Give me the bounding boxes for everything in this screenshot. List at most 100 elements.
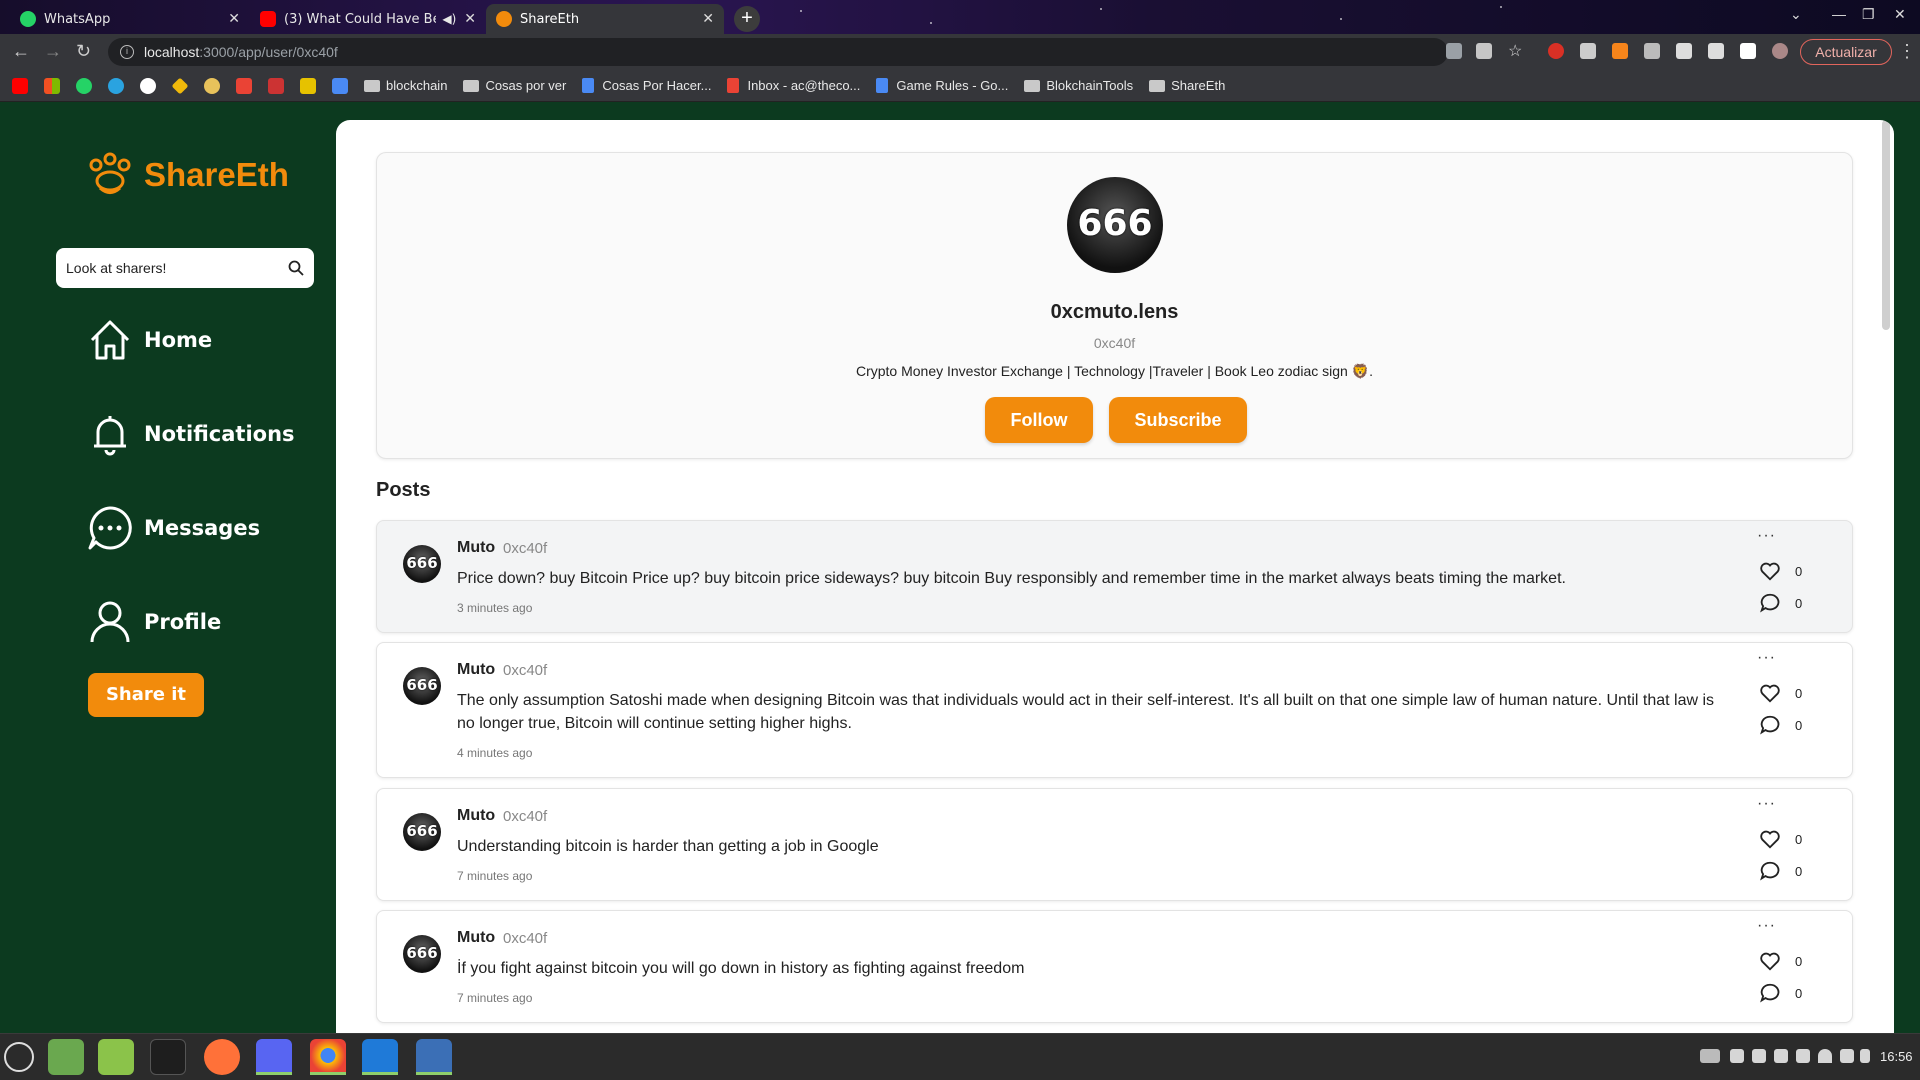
search-input[interactable] xyxy=(66,260,288,276)
forward-icon[interactable]: → xyxy=(44,41,62,62)
more-options-icon[interactable]: ··· xyxy=(1757,527,1776,545)
speaker-icon[interactable]: ◀) xyxy=(442,12,456,26)
bluetooth-icon[interactable] xyxy=(1730,1049,1744,1063)
minimize-icon[interactable]: — xyxy=(1832,6,1846,22)
google-icon[interactable] xyxy=(140,77,156,94)
gmail-icon[interactable] xyxy=(236,77,252,94)
bookmark-item[interactable]: Inbox - ac@theco... xyxy=(727,78,860,93)
microsoft-icon[interactable] xyxy=(44,77,60,94)
back-icon[interactable]: ← xyxy=(12,41,30,62)
info-icon[interactable]: i xyxy=(120,45,134,59)
coin-icon[interactable] xyxy=(204,77,220,94)
bookmark-item[interactable]: BlokchainTools xyxy=(1024,78,1133,93)
app-icon[interactable] xyxy=(332,77,348,94)
comment-button[interactable]: 0 xyxy=(1759,592,1802,614)
whatsapp-icon[interactable] xyxy=(76,77,92,94)
more-options-icon[interactable]: ··· xyxy=(1757,795,1776,813)
close-icon[interactable]: ✕ xyxy=(228,11,240,27)
bookmark-item[interactable]: Cosas Por Hacer... xyxy=(582,78,711,93)
metamask-icon[interactable] xyxy=(1612,43,1628,59)
more-options-icon[interactable]: ··· xyxy=(1757,917,1776,935)
post-card[interactable]: 666 Muto 0xc40f Price down? buy Bitcoin … xyxy=(376,520,1853,633)
app-icon[interactable] xyxy=(300,77,316,94)
tab-youtube[interactable]: (3) What Could Have Been ◀) ✕ xyxy=(250,4,486,34)
binance-icon[interactable] xyxy=(171,77,189,94)
close-icon[interactable]: ✕ xyxy=(464,11,476,27)
clock[interactable]: 16:56 xyxy=(1880,1049,1913,1064)
post-card[interactable]: 666 Muto 0xc40f The only assumption Sato… xyxy=(376,642,1853,778)
nav-notifications[interactable]: Notifications xyxy=(86,410,295,458)
wifi-icon[interactable] xyxy=(1818,1049,1832,1063)
app-icon[interactable] xyxy=(268,77,284,94)
bookmark-item[interactable]: Cosas por ver xyxy=(463,78,566,93)
translate-icon[interactable] xyxy=(1446,43,1462,59)
reading-list-icon[interactable] xyxy=(1708,43,1724,59)
bookmark-star-icon[interactable]: ☆ xyxy=(1508,41,1524,60)
avatar[interactable]: 666 xyxy=(403,545,441,583)
vscode-icon[interactable] xyxy=(362,1039,398,1075)
avatar[interactable] xyxy=(1772,43,1788,59)
like-button[interactable]: 0 xyxy=(1759,682,1802,704)
post-author[interactable]: Muto xyxy=(457,539,495,557)
avatar[interactable]: 666 xyxy=(403,935,441,973)
post-card[interactable]: 666 Muto 0xc40f Understanding bitcoin is… xyxy=(376,788,1853,901)
volume-icon[interactable] xyxy=(1840,1049,1854,1063)
post-card[interactable]: 666 Muto 0xc40f İf you fight against bit… xyxy=(376,910,1853,1023)
app-logo[interactable]: ShareEth xyxy=(86,151,289,199)
chrome-icon[interactable] xyxy=(310,1039,346,1075)
discord-icon[interactable] xyxy=(256,1039,292,1075)
subscribe-button[interactable]: Subscribe xyxy=(1109,397,1247,443)
like-button[interactable]: 0 xyxy=(1759,560,1802,582)
update-button[interactable]: Actualizar xyxy=(1800,39,1892,65)
comment-button[interactable]: 0 xyxy=(1759,982,1802,1004)
youtube-icon[interactable] xyxy=(12,77,28,94)
nav-profile[interactable]: Profile xyxy=(86,598,221,646)
mint-menu-icon[interactable] xyxy=(4,1042,34,1072)
post-author[interactable]: Muto xyxy=(457,661,495,679)
clipboard-icon[interactable] xyxy=(1752,1049,1766,1063)
shield-icon[interactable] xyxy=(1774,1049,1788,1063)
maximize-icon[interactable]: ❐ xyxy=(1862,6,1875,23)
like-button[interactable]: 0 xyxy=(1759,828,1802,850)
files-icon[interactable] xyxy=(48,1039,84,1075)
post-author[interactable]: Muto xyxy=(457,929,495,947)
avatar[interactable]: 666 xyxy=(403,667,441,705)
share-it-button[interactable]: Share it xyxy=(88,673,204,717)
send-icon[interactable] xyxy=(1476,43,1492,59)
address-bar[interactable]: i localhost :3000/app/user/0xc40f xyxy=(108,38,1448,66)
menu-icon[interactable]: ⋮ xyxy=(1898,41,1916,62)
bookmark-item[interactable]: ShareEth xyxy=(1149,78,1225,93)
firefox-icon[interactable] xyxy=(204,1039,240,1075)
terminal-icon[interactable] xyxy=(150,1039,186,1075)
window-close-icon[interactable]: ✕ xyxy=(1894,6,1906,23)
search-box[interactable] xyxy=(56,248,314,288)
nav-messages[interactable]: Messages xyxy=(86,504,260,552)
extension-icon[interactable] xyxy=(1580,43,1596,59)
comment-button[interactable]: 0 xyxy=(1759,714,1802,736)
telegram-icon[interactable] xyxy=(108,77,124,94)
screenshot-icon[interactable] xyxy=(416,1039,452,1075)
more-options-icon[interactable]: ··· xyxy=(1757,649,1776,667)
avatar[interactable]: 666 xyxy=(403,813,441,851)
post-author[interactable]: Muto xyxy=(457,807,495,825)
tab-search-icon[interactable]: ⌄ xyxy=(1790,6,1802,23)
extension-icon[interactable] xyxy=(1644,43,1660,59)
nav-home[interactable]: Home xyxy=(86,316,212,364)
bookmark-item[interactable]: Game Rules - Go... xyxy=(876,78,1008,93)
new-tab-button[interactable]: + xyxy=(734,6,760,32)
adblock-icon[interactable] xyxy=(1548,43,1564,59)
tab-whatsapp[interactable]: WhatsApp ✕ xyxy=(10,4,250,34)
comment-button[interactable]: 0 xyxy=(1759,860,1802,882)
folder-icon[interactable] xyxy=(98,1039,134,1075)
like-button[interactable]: 0 xyxy=(1759,950,1802,972)
tab-shareeth[interactable]: ShareEth ✕ xyxy=(486,4,724,34)
search-icon[interactable] xyxy=(288,260,304,276)
scrollbar[interactable] xyxy=(1882,120,1890,330)
reload-icon[interactable]: ↻ xyxy=(76,41,91,62)
side-panel-icon[interactable] xyxy=(1740,43,1756,59)
battery-icon[interactable] xyxy=(1860,1049,1870,1063)
update-icon[interactable] xyxy=(1796,1049,1810,1063)
puzzle-icon[interactable] xyxy=(1676,43,1692,59)
discord-tray-icon[interactable] xyxy=(1700,1049,1720,1063)
follow-button[interactable]: Follow xyxy=(985,397,1093,443)
